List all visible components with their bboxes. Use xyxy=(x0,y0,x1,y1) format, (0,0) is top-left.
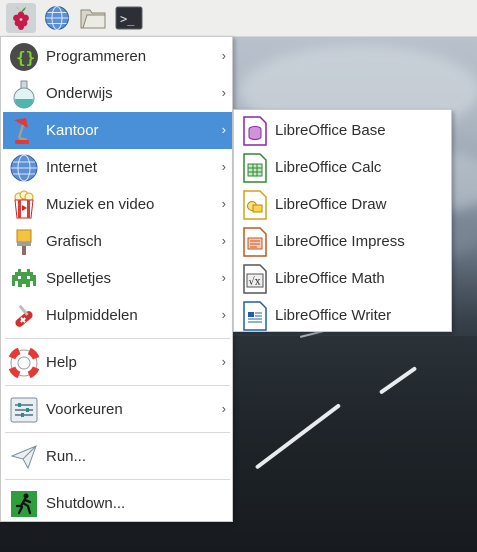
menu-item-label: Grafisch xyxy=(46,233,102,250)
submenu-item-label: LibreOffice Writer xyxy=(275,307,392,324)
exit-running-man-icon xyxy=(8,488,40,520)
svg-text:>_: >_ xyxy=(120,12,135,26)
menu-item-label: Onderwijs xyxy=(46,85,113,102)
pocket-knife-icon xyxy=(8,300,40,332)
terminal-button[interactable]: >_ xyxy=(114,3,144,33)
menu-item-onderwijs[interactable]: Onderwijs › xyxy=(3,75,232,112)
code-braces-icon: {} xyxy=(8,41,40,73)
submenu-item-libreoffice-math[interactable]: √x LibreOffice Math xyxy=(237,260,449,297)
popcorn-icon xyxy=(8,189,40,221)
chevron-right-icon: › xyxy=(221,354,226,369)
chevron-right-icon: › xyxy=(221,48,226,63)
submenu-item-label: LibreOffice Calc xyxy=(275,159,382,176)
menu-separator xyxy=(5,385,230,386)
libreoffice-calc-icon xyxy=(241,152,269,184)
libreoffice-base-icon xyxy=(241,115,269,147)
menu-item-label: Internet xyxy=(46,159,97,176)
menu-separator xyxy=(5,432,230,433)
raspberry-pi-menu-button[interactable] xyxy=(6,3,36,33)
submenu-item-label: LibreOffice Impress xyxy=(275,233,405,250)
menu-item-run[interactable]: Run... xyxy=(3,438,232,475)
menu-item-grafisch[interactable]: Grafisch › xyxy=(3,223,232,260)
chevron-right-icon: › xyxy=(221,307,226,322)
menu-item-label: Voorkeuren xyxy=(46,401,123,418)
chevron-right-icon: › xyxy=(221,401,226,416)
menu-separator xyxy=(5,479,230,480)
submenu-item-libreoffice-writer[interactable]: LibreOffice Writer xyxy=(237,297,449,334)
chevron-right-icon: › xyxy=(221,233,226,248)
menu-item-label: Kantoor xyxy=(46,122,99,139)
menu-item-programmeren[interactable]: {} Programmeren › xyxy=(3,38,232,75)
globe-icon xyxy=(8,152,40,184)
chevron-right-icon: › xyxy=(221,85,226,100)
menu-item-label: Spelletjes xyxy=(46,270,112,287)
submenu-item-label: LibreOffice Base xyxy=(275,122,386,139)
terminal-icon: >_ xyxy=(115,6,143,30)
menu-item-muziek-en-video[interactable]: Muziek en video › xyxy=(3,186,232,223)
paintbrush-icon xyxy=(8,226,40,258)
libreoffice-impress-icon xyxy=(241,226,269,258)
libreoffice-writer-icon xyxy=(241,300,269,332)
menu-item-internet[interactable]: Internet › xyxy=(3,149,232,186)
raspberry-pi-menu-icon xyxy=(13,7,29,30)
desk-lamp-icon xyxy=(8,115,40,147)
menu-item-shutdown[interactable]: Shutdown... xyxy=(3,485,232,522)
chevron-right-icon: › xyxy=(221,122,226,137)
menu-item-help[interactable]: Help › xyxy=(3,344,232,381)
menu-item-label: Hulpmiddelen xyxy=(46,307,138,324)
menu-item-kantoor[interactable]: Kantoor › xyxy=(3,112,232,149)
flask-icon xyxy=(8,78,40,110)
menu-item-label: Run... xyxy=(46,448,87,465)
submenu-item-libreoffice-calc[interactable]: LibreOffice Calc xyxy=(237,149,449,186)
chevron-right-icon: › xyxy=(221,159,226,174)
paper-plane-icon xyxy=(8,441,40,473)
lifebuoy-icon xyxy=(8,347,40,379)
applications-menu: {} Programmeren › Onderwijs › Kantoor › xyxy=(0,36,233,522)
menu-item-label: Programmeren xyxy=(46,48,147,65)
submenu-item-label: LibreOffice Draw xyxy=(275,196,387,213)
menu-item-voorkeuren[interactable]: Voorkeuren › xyxy=(3,391,232,428)
chevron-right-icon: › xyxy=(221,196,226,211)
space-invader-icon xyxy=(8,263,40,295)
menu-separator xyxy=(5,338,230,339)
svg-text:{}: {} xyxy=(16,48,35,67)
chevron-right-icon: › xyxy=(221,270,226,285)
menu-item-spelletjes[interactable]: Spelletjes › xyxy=(3,260,232,297)
web-browser-icon xyxy=(45,6,69,30)
sliders-icon xyxy=(8,394,40,426)
submenu-item-libreoffice-base[interactable]: LibreOffice Base xyxy=(237,112,449,149)
menu-item-hulpmiddelen[interactable]: Hulpmiddelen › xyxy=(3,297,232,334)
web-browser-button[interactable] xyxy=(42,3,72,33)
file-manager-icon xyxy=(80,9,106,29)
libreoffice-draw-icon xyxy=(241,189,269,221)
top-panel: >_ xyxy=(0,0,477,37)
file-manager-button[interactable] xyxy=(78,3,108,33)
submenu-item-label: LibreOffice Math xyxy=(275,270,385,287)
menu-item-label: Help xyxy=(46,354,77,371)
libreoffice-math-icon: √x xyxy=(241,263,269,295)
submenu-item-libreoffice-impress[interactable]: LibreOffice Impress xyxy=(237,223,449,260)
svg-text:√x: √x xyxy=(249,276,261,287)
submenu-item-libreoffice-draw[interactable]: LibreOffice Draw xyxy=(237,186,449,223)
kantoor-submenu: LibreOffice Base LibreOffice Calc LibreO… xyxy=(233,109,452,332)
menu-item-label: Muziek en video xyxy=(46,196,155,213)
menu-item-label: Shutdown... xyxy=(46,495,126,512)
